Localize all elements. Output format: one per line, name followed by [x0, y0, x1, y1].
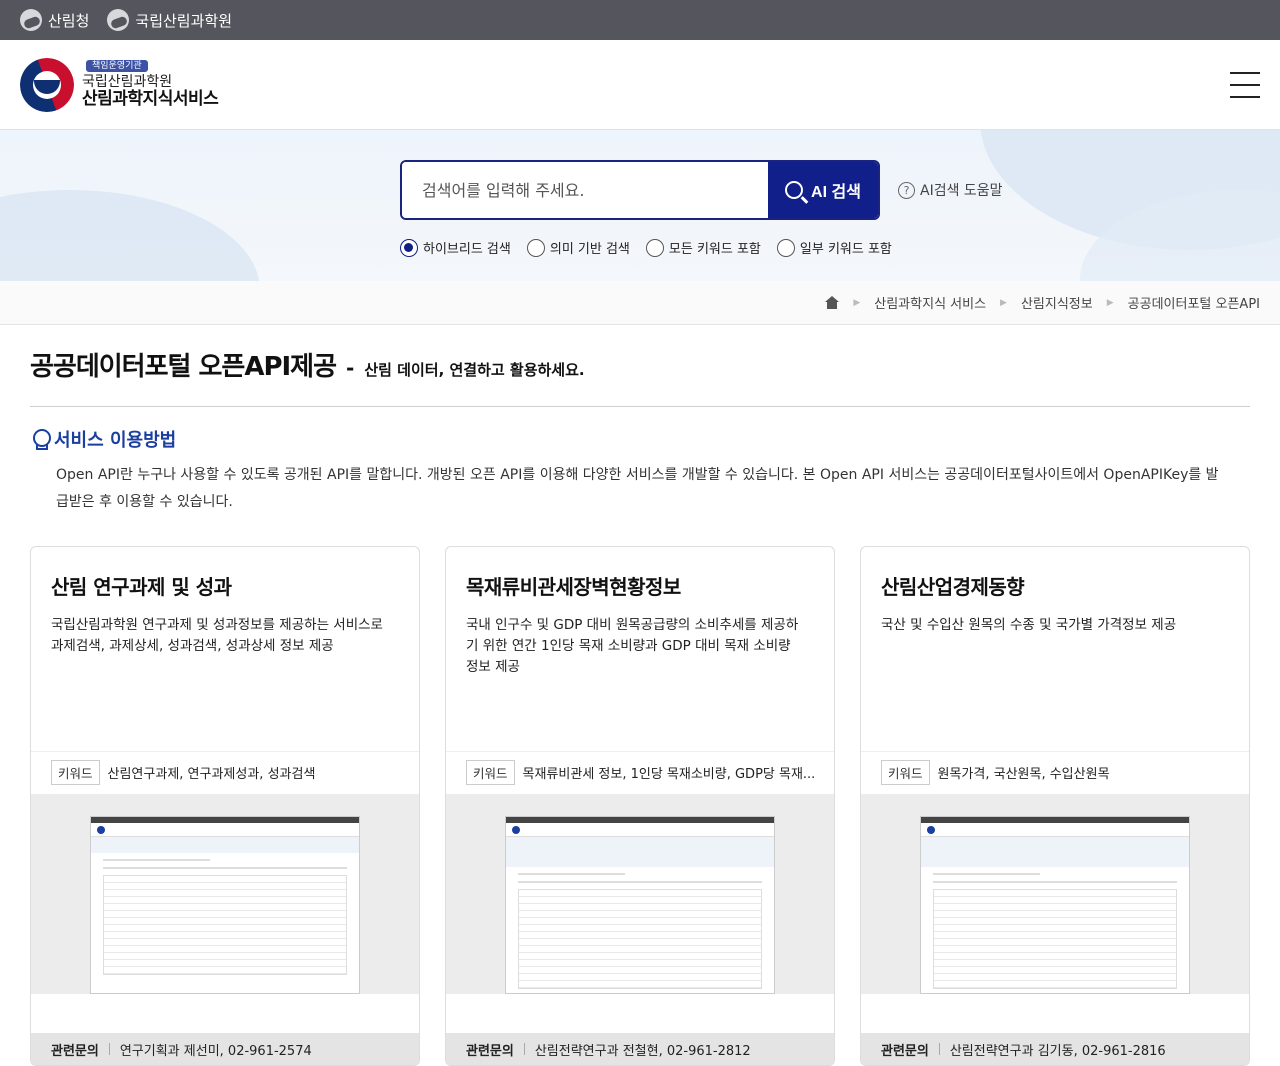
card-keywords: 키워드 산림연구과제, 연구과제성과, 성과검색	[31, 751, 419, 793]
api-card-list: 산림 연구과제 및 성과 국립산림과학원 연구과제 및 성과정보를 제공하는 서…	[30, 546, 1250, 1066]
card-contact: 관련문의 산림전략연구과 전철현, 02-961-2812	[446, 1033, 834, 1065]
breadcrumb-item[interactable]: 산림과학지식 서비스	[874, 293, 986, 312]
section-heading-block: 서비스 이용방법	[32, 426, 176, 452]
hamburger-menu-button[interactable]	[1230, 72, 1260, 98]
ai-search-label: AI 검색	[811, 184, 861, 201]
radio-all-keywords[interactable]: 모든 키워드 포함	[645, 238, 761, 257]
ai-search-button[interactable]: AI 검색	[768, 162, 878, 218]
radio-label: 의미 기반 검색	[549, 242, 630, 257]
card-preview-image	[861, 794, 1249, 994]
search-input[interactable]	[402, 162, 768, 218]
forest-service-label: 산림청	[48, 11, 90, 30]
section-heading: 서비스 이용방법	[54, 430, 177, 451]
radio-label: 하이브리드 검색	[423, 242, 511, 257]
radio-hybrid[interactable]: 하이브리드 검색	[400, 238, 511, 257]
card-description: 국내 인구수 및 GDP 대비 원목공급량의 소비추세를 제공하기 위한 연간 …	[466, 617, 799, 675]
breadcrumb-separator-icon: ▶	[1106, 297, 1114, 308]
page-title-block: 공공데이터포털 오픈API제공 - 산림 데이터, 연결하고 활용하세요.	[30, 346, 585, 383]
search-icon	[785, 181, 804, 199]
card-contact: 관련문의 연구기획과 제선미, 02-961-2574	[31, 1033, 419, 1065]
breadcrumb-item-current[interactable]: 공공데이터포털 오픈API	[1128, 293, 1260, 312]
keyword-tag: 키워드	[51, 760, 100, 785]
radio-unchecked-icon	[526, 238, 545, 257]
contact-label: 관련문의	[466, 1043, 514, 1059]
search-mode-options: 하이브리드 검색 의미 기반 검색 모든 키워드 포함 일부 키워드 포함	[400, 238, 892, 257]
title-dash: -	[346, 356, 355, 380]
keyword-text: 산림연구과제, 연구과제성과, 성과검색	[107, 767, 316, 782]
keyword-text: 목재류비관세 정보, 1인당 목재소비량, GDP당 목재...	[522, 767, 816, 782]
contact-divider	[108, 1043, 110, 1055]
keyword-text: 원목가격, 국산원목, 수입산원목	[937, 767, 1110, 782]
section-description: Open API란 누구나 사용할 수 있도록 공개된 API를 말합니다. 개…	[56, 467, 1219, 510]
radio-unchecked-icon	[776, 238, 795, 257]
breadcrumb-separator-icon: ▶	[853, 297, 861, 308]
radio-label: 일부 키워드 포함	[799, 242, 892, 257]
site-logo[interactable]: 책임운영기관 국립산림과학원 산림과학지식서비스	[20, 57, 219, 112]
radio-some-keywords[interactable]: 일부 키워드 포함	[776, 238, 892, 257]
lightbulb-icon	[32, 429, 51, 450]
breadcrumb-item[interactable]: 산림지식정보	[1021, 293, 1093, 312]
card-description: 국산 및 수입산 원목의 수종 및 국가별 가격정보 제공	[881, 617, 1177, 633]
forest-service-link[interactable]: 산림청	[20, 9, 89, 31]
help-label: AI검색 도움말	[920, 183, 1003, 199]
gov-emblem-icon	[20, 9, 42, 31]
radio-label: 모든 키워드 포함	[668, 242, 761, 257]
ai-search-help-link[interactable]: ? AI검색 도움말	[898, 180, 1003, 200]
nifos-link[interactable]: 국립산림과학원	[107, 9, 232, 31]
radio-checked-icon	[400, 238, 418, 257]
contact-text: 산림전략연구과 김기동, 02-961-2816	[949, 1043, 1166, 1059]
home-icon	[825, 296, 840, 309]
card-title: 산림산업경제동향	[881, 575, 1025, 599]
api-card-timber-ntb[interactable]: 목재류비관세장벽현황정보 국내 인구수 및 GDP 대비 원목공급량의 소비추세…	[445, 546, 835, 1066]
contact-label: 관련문의	[881, 1043, 929, 1059]
contact-text: 연구기획과 제선미, 02-961-2574	[119, 1043, 312, 1059]
contact-text: 산림전략연구과 전철현, 02-961-2812	[534, 1043, 751, 1059]
org-name: 국립산림과학원	[82, 73, 173, 90]
search-box: AI 검색	[400, 160, 880, 220]
taegeuk-logo-icon	[20, 57, 74, 112]
card-title: 산림 연구과제 및 성과	[51, 575, 232, 599]
card-contact: 관련문의 산림전략연구과 김기동, 02-961-2816	[861, 1033, 1249, 1065]
contact-divider	[938, 1043, 940, 1055]
api-card-research[interactable]: 산림 연구과제 및 성과 국립산림과학원 연구과제 및 성과정보를 제공하는 서…	[30, 546, 420, 1066]
card-keywords: 키워드 목재류비관세 정보, 1인당 목재소비량, GDP당 목재...	[446, 751, 834, 793]
page-subtitle: 산림 데이터, 연결하고 활용하세요.	[364, 361, 585, 379]
keyword-tag: 키워드	[466, 760, 515, 785]
card-preview-image	[446, 794, 834, 994]
breadcrumb-separator-icon: ▶	[1000, 297, 1007, 308]
contact-label: 관련문의	[51, 1043, 99, 1059]
radio-unchecked-icon	[645, 238, 664, 257]
card-title: 목재류비관세장벽현황정보	[466, 575, 681, 599]
breadcrumb-home[interactable]	[825, 296, 840, 309]
keyword-tag: 키워드	[881, 760, 930, 785]
agency-badge: 책임운영기관	[86, 59, 148, 72]
service-name: 산림과학지식서비스	[82, 88, 219, 109]
card-keywords: 키워드 원목가격, 국산원목, 수입산원목	[861, 751, 1249, 793]
title-divider	[30, 406, 1250, 407]
gov-emblem-icon	[107, 9, 130, 31]
search-band: AI 검색 ? AI검색 도움말 하이브리드 검색 의미 기반 검색 모든 키워…	[0, 130, 1280, 281]
page-title: 공공데이터포털 오픈API제공	[30, 352, 337, 382]
gov-topbar: 산림청 국립산림과학원	[0, 0, 1280, 40]
site-header: 책임운영기관 국립산림과학원 산림과학지식서비스	[0, 40, 1280, 130]
api-card-economy[interactable]: 산림산업경제동향 국산 및 수입산 원목의 수종 및 국가별 가격정보 제공 키…	[860, 546, 1250, 1066]
breadcrumb: ▶ 산림과학지식 서비스 ▶ 산림지식정보 ▶ 공공데이터포털 오픈API	[0, 281, 1280, 325]
card-description: 국립산림과학원 연구과제 및 성과정보를 제공하는 서비스로 과제검색, 과제상…	[51, 617, 383, 654]
contact-divider	[523, 1043, 525, 1055]
nifos-label: 국립산림과학원	[135, 11, 233, 30]
radio-semantic[interactable]: 의미 기반 검색	[526, 238, 630, 257]
question-icon: ?	[898, 181, 915, 199]
card-preview-image	[31, 794, 419, 994]
